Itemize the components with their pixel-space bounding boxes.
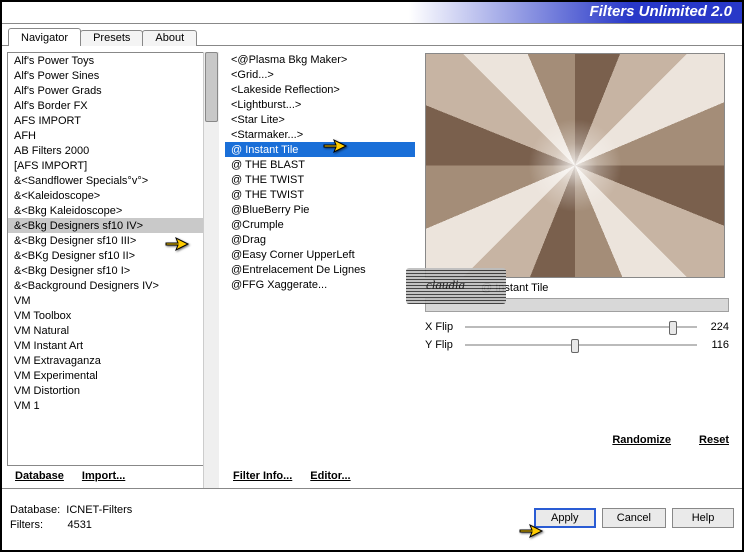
footer: Database: ICNET-Filters Filters: 4531 Ap… xyxy=(2,488,742,546)
randomize-button[interactable]: Randomize xyxy=(612,434,671,446)
category-item[interactable]: VM Distortion xyxy=(8,383,218,398)
filter-item[interactable]: @ THE BLAST xyxy=(225,157,415,172)
tab-navigator[interactable]: Navigator xyxy=(8,28,81,46)
filter-item[interactable]: @Crumple xyxy=(225,217,415,232)
category-item[interactable]: VM xyxy=(8,293,218,308)
tabs: Navigator Presets About xyxy=(2,24,742,46)
editor-button[interactable]: Editor... xyxy=(310,470,350,482)
db-value: ICNET-Filters xyxy=(66,504,132,516)
category-item[interactable]: Alf's Power Toys xyxy=(8,53,218,68)
category-item[interactable]: &<Kaleidoscope> xyxy=(8,188,218,203)
filter-item[interactable]: <Grid...> xyxy=(225,67,415,82)
progress-bar xyxy=(425,298,729,312)
pointer-icon xyxy=(322,135,348,155)
category-item[interactable]: Alf's Power Grads xyxy=(8,83,218,98)
titlebar: Filters Unlimited 2.0 xyxy=(2,2,742,24)
cancel-button[interactable]: Cancel xyxy=(602,508,666,528)
pointer-icon xyxy=(164,233,190,253)
current-filter-name: @ Instant Tile xyxy=(421,278,737,298)
filter-item[interactable]: <Star Lite> xyxy=(225,112,415,127)
reset-button[interactable]: Reset xyxy=(699,434,729,446)
filter-item[interactable]: @BlueBerry Pie xyxy=(225,202,415,217)
category-item[interactable]: AFS IMPORT xyxy=(8,113,218,128)
preview-thumbnail xyxy=(425,53,725,278)
category-item[interactable]: &<Bkg Kaleidoscope> xyxy=(8,203,218,218)
slider-y-flip[interactable]: Y Flip116 xyxy=(421,336,737,354)
category-item[interactable]: VM Experimental xyxy=(8,368,218,383)
pointer-icon xyxy=(518,520,544,540)
tab-presets[interactable]: Presets xyxy=(80,30,143,46)
filter-item[interactable]: <Lightburst...> xyxy=(225,97,415,112)
help-button[interactable]: Help xyxy=(672,508,734,528)
category-item[interactable]: VM Toolbox xyxy=(8,308,218,323)
filter-item[interactable]: @FFG Xaggerate... xyxy=(225,277,415,292)
category-item[interactable]: VM Natural xyxy=(8,323,218,338)
import-button[interactable]: Import... xyxy=(82,470,125,482)
category-item[interactable]: [AFS IMPORT] xyxy=(8,158,218,173)
filterinfo-button[interactable]: Filter Info... xyxy=(233,470,292,482)
category-item[interactable]: AFH xyxy=(8,128,218,143)
category-item[interactable]: &<Bkg Designer sf10 I> xyxy=(8,263,218,278)
db-label: Database: xyxy=(10,504,60,516)
category-item[interactable]: &<Background Designers IV> xyxy=(8,278,218,293)
filter-item[interactable]: @Entrelacement De Lignes xyxy=(225,262,415,277)
filter-item[interactable]: <Lakeside Reflection> xyxy=(225,82,415,97)
filter-list[interactable]: <@Plasma Bkg Maker><Grid...><Lakeside Re… xyxy=(225,52,415,466)
category-item[interactable]: Alf's Power Sines xyxy=(8,68,218,83)
slider-x-flip[interactable]: X Flip224 xyxy=(421,318,737,336)
filter-item[interactable]: @ THE TWIST xyxy=(225,187,415,202)
filter-item[interactable]: @Drag xyxy=(225,232,415,247)
scrollbar[interactable] xyxy=(203,52,219,466)
filter-item[interactable]: @ Instant Tile xyxy=(225,142,415,157)
app-title: Filters Unlimited 2.0 xyxy=(589,3,732,20)
tab-about[interactable]: About xyxy=(142,30,197,46)
category-list[interactable]: Alf's Power ToysAlf's Power SinesAlf's P… xyxy=(7,52,219,466)
filter-item[interactable]: @Easy Corner UpperLeft xyxy=(225,247,415,262)
category-item[interactable]: AB Filters 2000 xyxy=(8,143,218,158)
flt-value: 4531 xyxy=(67,519,91,531)
category-item[interactable]: &<Sandflower Specials°v°> xyxy=(8,173,218,188)
filter-item[interactable]: @ THE TWIST xyxy=(225,172,415,187)
database-button[interactable]: Database xyxy=(15,470,64,482)
category-item[interactable]: &<Bkg Designers sf10 IV> xyxy=(8,218,218,233)
category-item[interactable]: Alf's Border FX xyxy=(8,98,218,113)
category-item[interactable]: VM Instant Art xyxy=(8,338,218,353)
category-item[interactable]: VM 1 xyxy=(8,398,218,413)
filter-item[interactable]: <Starmaker...> xyxy=(225,127,415,142)
category-item[interactable]: VM Extravaganza xyxy=(8,353,218,368)
flt-label: Filters: xyxy=(10,519,43,531)
filter-item[interactable]: <@Plasma Bkg Maker> xyxy=(225,52,415,67)
